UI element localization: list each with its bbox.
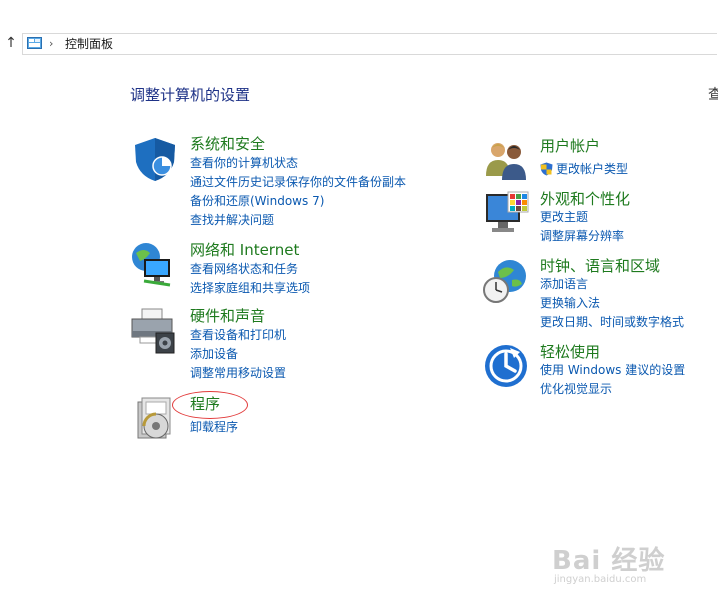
uac-shield-icon bbox=[540, 162, 553, 176]
link-network-status[interactable]: 查看网络状态和任务 bbox=[190, 261, 298, 277]
link-file-history[interactable]: 通过文件历史记录保存你的文件备份副本 bbox=[190, 174, 406, 190]
category-title[interactable]: 网络和 Internet bbox=[190, 240, 299, 260]
watermark-url: jingyan.baidu.com bbox=[554, 574, 647, 585]
programs-icon bbox=[137, 397, 171, 439]
link-change-theme[interactable]: 更改主题 bbox=[540, 209, 588, 225]
link-mobility-settings[interactable]: 调整常用移动设置 bbox=[190, 365, 286, 381]
link-optimize-visual-display[interactable]: 优化视觉显示 bbox=[540, 381, 612, 397]
link-backup-restore[interactable]: 备份和还原(Windows 7) bbox=[190, 193, 324, 209]
chevron-right-icon: › bbox=[49, 37, 54, 50]
red-annotation-ellipse bbox=[172, 391, 248, 419]
address-box[interactable]: › 控制面板 bbox=[22, 33, 717, 55]
category-title[interactable]: 外观和个性化 bbox=[540, 189, 630, 209]
view-by-label[interactable]: 查 bbox=[708, 84, 718, 104]
page-title: 调整计算机的设置 bbox=[130, 86, 251, 104]
category-title[interactable]: 硬件和声音 bbox=[190, 306, 265, 326]
link-change-account-type[interactable]: 更改帐户类型 bbox=[556, 161, 628, 177]
users-icon bbox=[486, 143, 526, 180]
network-globe-icon bbox=[132, 243, 171, 287]
breadcrumb-control-panel[interactable]: 控制面板 bbox=[65, 36, 113, 52]
link-add-device[interactable]: 添加设备 bbox=[190, 346, 238, 362]
clock-globe-icon bbox=[483, 260, 526, 303]
link-change-input-method[interactable]: 更换输入法 bbox=[540, 295, 600, 311]
category-title[interactable]: 轻松使用 bbox=[540, 342, 600, 362]
watermark-brand: Bai 经验 bbox=[552, 546, 666, 576]
link-check-status[interactable]: 查看你的计算机状态 bbox=[190, 155, 298, 171]
printer-icon bbox=[131, 308, 175, 354]
link-add-language[interactable]: 添加语言 bbox=[540, 276, 588, 292]
shield-icon bbox=[135, 138, 175, 181]
category-title[interactable]: 用户帐户 bbox=[540, 136, 600, 156]
ease-of-access-icon bbox=[485, 345, 527, 387]
category-title[interactable]: 系统和安全 bbox=[190, 134, 265, 154]
link-uninstall-program[interactable]: 卸载程序 bbox=[190, 419, 238, 435]
link-screen-resolution[interactable]: 调整屏幕分辨率 bbox=[540, 228, 624, 244]
up-arrow-icon[interactable]: ↑ bbox=[3, 34, 19, 52]
control-panel-icon bbox=[27, 37, 42, 49]
link-change-date-time-format[interactable]: 更改日期、时间或数字格式 bbox=[540, 314, 684, 330]
link-homegroup[interactable]: 选择家庭组和共享选项 bbox=[190, 280, 310, 296]
link-recommended-settings[interactable]: 使用 Windows 建议的设置 bbox=[540, 362, 685, 378]
appearance-monitor-icon bbox=[486, 191, 529, 232]
category-title[interactable]: 时钟、语言和区域 bbox=[540, 256, 660, 276]
link-troubleshoot[interactable]: 查找并解决问题 bbox=[190, 212, 274, 228]
address-bar: ↑ › 控制面板 bbox=[0, 33, 718, 55]
link-devices-printers[interactable]: 查看设备和打印机 bbox=[190, 327, 286, 343]
